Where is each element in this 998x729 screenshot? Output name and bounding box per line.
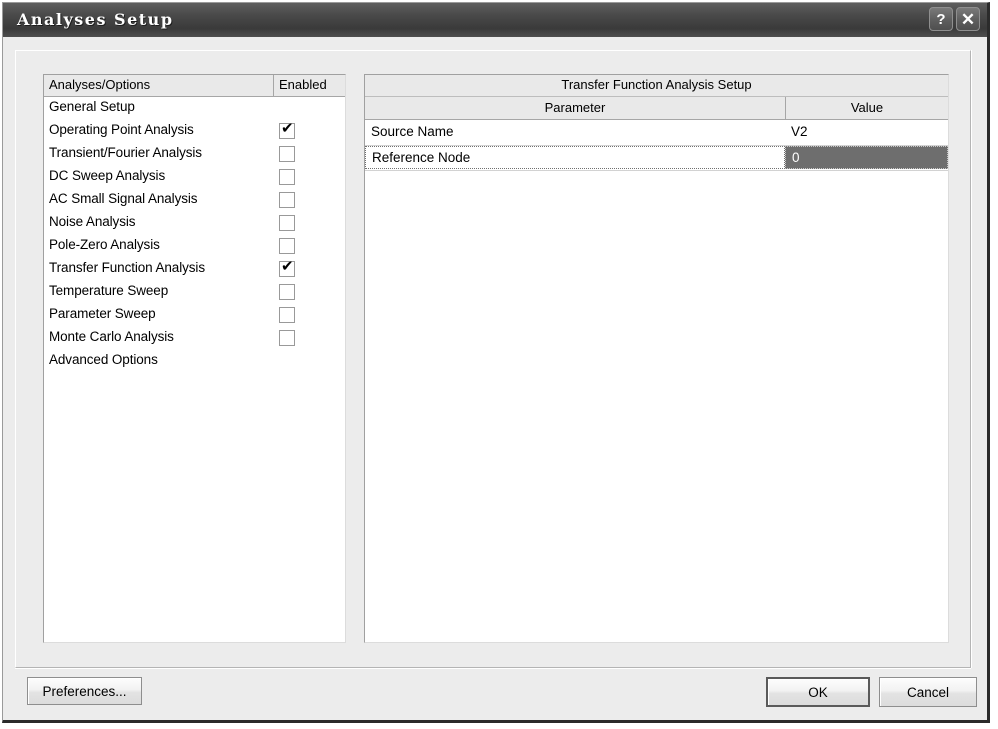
help-button[interactable]: ? bbox=[929, 7, 953, 31]
enabled-checkbox[interactable] bbox=[279, 169, 295, 185]
close-icon: ✕ bbox=[960, 9, 976, 29]
list-item-label: Monte Carlo Analysis bbox=[49, 329, 174, 344]
close-button[interactable]: ✕ bbox=[956, 7, 980, 31]
enabled-checkbox[interactable]: ✔ bbox=[279, 119, 295, 139]
analyses-options-list[interactable]: Analyses/Options Enabled General Setup Op… bbox=[43, 74, 346, 643]
column-header-enabled: Enabled bbox=[279, 77, 327, 92]
list-item[interactable]: Parameter Sweep bbox=[44, 304, 345, 327]
list-item[interactable]: Transient/Fourier Analysis bbox=[44, 143, 345, 166]
enabled-checkbox[interactable] bbox=[279, 238, 295, 254]
checkmark-icon: ✔ bbox=[281, 119, 294, 137]
column-header-analyses-options: Analyses/Options bbox=[49, 77, 151, 92]
parameter-cell-label: Reference Node bbox=[372, 150, 471, 165]
enabled-checkbox[interactable] bbox=[279, 192, 295, 208]
analyses-setup-dialog: Analyses Setup ? ✕ Analyses/Options Enab… bbox=[2, 2, 990, 723]
preferences-button[interactable]: Preferences... bbox=[27, 677, 142, 705]
list-item-label: Parameter Sweep bbox=[49, 306, 156, 321]
list-item[interactable]: Pole-Zero Analysis bbox=[44, 235, 345, 258]
list-item-label: Noise Analysis bbox=[49, 214, 136, 229]
value-cell[interactable]: 0 bbox=[785, 146, 948, 169]
list-item-label: General Setup bbox=[49, 99, 135, 114]
enabled-checkbox[interactable] bbox=[279, 330, 295, 346]
list-item-label: Operating Point Analysis bbox=[49, 122, 194, 137]
dialog-button-bar: Preferences... OK Cancel bbox=[3, 666, 987, 720]
enabled-checkbox[interactable] bbox=[279, 284, 295, 300]
list-item-label: Transient/Fourier Analysis bbox=[49, 145, 202, 160]
value-cell[interactable]: V2 bbox=[785, 121, 948, 144]
table-row[interactable]: Reference Node 0 bbox=[365, 146, 948, 171]
list-item[interactable]: Temperature Sweep bbox=[44, 281, 345, 304]
preferences-button-label: Preferences... bbox=[42, 683, 127, 699]
parameter-cell[interactable]: Reference Node bbox=[365, 146, 785, 169]
value-cell-label: 0 bbox=[792, 150, 800, 165]
table-row[interactable]: Source Name V2 bbox=[365, 121, 948, 146]
enabled-checkbox[interactable]: ✔ bbox=[279, 257, 295, 277]
content-panel: Analyses/Options Enabled General Setup Op… bbox=[15, 50, 971, 668]
analysis-setup-table[interactable]: Transfer Function Analysis Setup Paramet… bbox=[364, 74, 949, 643]
column-divider bbox=[273, 75, 274, 96]
list-item-label: Pole-Zero Analysis bbox=[49, 237, 160, 252]
window-titlebar[interactable]: Analyses Setup ? ✕ bbox=[3, 3, 987, 38]
parameter-table-rows: Source Name V2 Reference Node 0 bbox=[365, 121, 948, 642]
list-item-label: AC Small Signal Analysis bbox=[49, 191, 198, 206]
cancel-button[interactable]: Cancel bbox=[879, 677, 977, 707]
analyses-list-rows: General Setup Operating Point Analysis ✔ Tr… bbox=[44, 97, 345, 642]
list-item[interactable]: Monte Carlo Analysis bbox=[44, 327, 345, 350]
list-item-label: Temperature Sweep bbox=[49, 283, 169, 298]
list-item[interactable]: Advanced Options bbox=[44, 350, 345, 373]
list-item-label: DC Sweep Analysis bbox=[49, 168, 166, 183]
checkmark-icon: ✔ bbox=[281, 257, 294, 275]
question-mark-icon: ? bbox=[936, 10, 946, 28]
window-title: Analyses Setup bbox=[17, 10, 174, 29]
ok-button[interactable]: OK bbox=[766, 677, 870, 707]
list-item[interactable]: DC Sweep Analysis bbox=[44, 166, 345, 189]
column-header-value: Value bbox=[850, 100, 884, 115]
enabled-checkbox[interactable] bbox=[279, 307, 295, 323]
column-header-parameter: Parameter bbox=[544, 100, 606, 115]
dialog-client-area: Analyses/Options Enabled General Setup Op… bbox=[3, 37, 987, 720]
list-item[interactable]: General Setup bbox=[44, 97, 345, 120]
analysis-setup-title: Transfer Function Analysis Setup bbox=[365, 75, 948, 97]
cancel-button-label: Cancel bbox=[906, 684, 950, 700]
list-item[interactable]: Transfer Function Analysis ✔ bbox=[44, 258, 345, 281]
titlebar-button-group: ? ✕ bbox=[929, 7, 980, 31]
list-item[interactable]: AC Small Signal Analysis bbox=[44, 189, 345, 212]
parameter-cell-label: Source Name bbox=[371, 124, 454, 139]
list-item-label: Transfer Function Analysis bbox=[49, 260, 205, 275]
parameter-table-header: Parameter Value bbox=[365, 97, 948, 120]
value-cell-label: V2 bbox=[791, 124, 808, 139]
list-item[interactable]: Operating Point Analysis ✔ bbox=[44, 120, 345, 143]
enabled-checkbox[interactable] bbox=[279, 146, 295, 162]
parameter-cell[interactable]: Source Name bbox=[365, 121, 785, 144]
enabled-checkbox[interactable] bbox=[279, 215, 295, 231]
list-item-label: Advanced Options bbox=[49, 352, 158, 367]
list-item[interactable]: Noise Analysis bbox=[44, 212, 345, 235]
analyses-list-header: Analyses/Options Enabled bbox=[44, 75, 345, 97]
ok-button-label: OK bbox=[808, 684, 828, 700]
analysis-setup-title-label: Transfer Function Analysis Setup bbox=[561, 77, 752, 92]
